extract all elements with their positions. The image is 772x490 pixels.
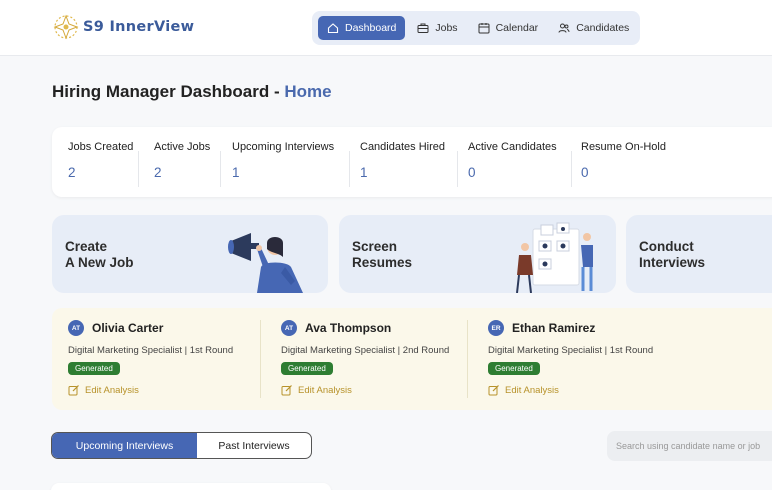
edit-icon (281, 385, 292, 396)
card-title-line1: Conduct (639, 239, 694, 254)
candidate-name: Ethan Ramirez (512, 321, 596, 335)
search-input[interactable] (607, 431, 772, 461)
edit-analysis-label: Edit Analysis (505, 384, 559, 396)
stat-label: Active Jobs (154, 141, 211, 153)
stat-label: Resume On-Hold (581, 141, 666, 153)
stat-label: Jobs Created (68, 141, 134, 153)
stat-value: 0 (468, 165, 476, 180)
resume-board-illustration-icon (516, 222, 593, 293)
card-title-line2: Resumes (352, 255, 413, 270)
nav-jobs-label: Jobs (435, 22, 458, 34)
nav-jobs[interactable]: Jobs (409, 16, 465, 40)
candidate-name: Olivia Carter (92, 321, 164, 335)
card-title: Create A New Job (65, 239, 175, 271)
avatar: AT (281, 320, 297, 336)
edit-analysis-label: Edit Analysis (298, 384, 352, 396)
card-title: Conduct Interviews (639, 239, 749, 271)
stats-panel: Jobs Created 2 Active Jobs 2 Upcoming In… (52, 127, 772, 197)
tab-upcoming-interviews[interactable]: Upcoming Interviews (52, 433, 197, 458)
stat-active-jobs: Active Jobs 2 (154, 141, 210, 185)
card-title-line2: Interviews (639, 255, 706, 270)
interview-card-header: AT Ava Thompson (281, 320, 481, 336)
stat-divider (571, 151, 572, 187)
page-title-highlight: Home (284, 82, 332, 101)
conduct-interviews-card[interactable]: Conduct Interviews (626, 215, 772, 293)
card-title: Screen Resumes (352, 239, 462, 271)
edit-analysis-link[interactable]: Edit Analysis (488, 384, 688, 396)
edit-analysis-label: Edit Analysis (85, 384, 139, 396)
users-icon (558, 23, 570, 33)
candidate-name: Ava Thompson (305, 321, 392, 335)
stat-value: 0 (581, 165, 589, 180)
nav-dashboard[interactable]: Dashboard (318, 16, 406, 40)
status-badge: Generated (488, 362, 540, 375)
interview-card-header: AT Olivia Carter (68, 320, 268, 336)
stat-divider (457, 151, 458, 187)
briefcase-icon (417, 23, 429, 33)
page-title-prefix: Hiring Manager Dashboard - (52, 82, 285, 101)
stat-value: 1 (360, 165, 368, 180)
interview-card: ER Ethan Ramirez Digital Marketing Speci… (488, 320, 688, 396)
candidate-role: Digital Marketing Specialist | 1st Round (68, 345, 234, 356)
interview-list-card (51, 483, 331, 490)
status-badge: Generated (281, 362, 333, 375)
strip-divider (260, 320, 261, 398)
edit-analysis-link[interactable]: Edit Analysis (68, 384, 268, 396)
megaphone-illustration-icon (228, 233, 303, 293)
stat-label: Upcoming Interviews (232, 141, 335, 153)
stat-active-candidates: Active Candidates 0 (468, 141, 557, 185)
nav-calendar[interactable]: Calendar (470, 16, 547, 40)
nav-candidates[interactable]: Candidates (550, 16, 637, 40)
main-nav: Dashboard Jobs Calendar Candidates (312, 11, 640, 45)
brand-name: S9 InnerView (83, 19, 195, 35)
stat-candidates-hired: Candidates Hired 1 (360, 141, 445, 185)
nav-calendar-label: Calendar (495, 22, 539, 34)
screen-resumes-card[interactable]: Screen Resumes (339, 215, 616, 293)
stat-divider (349, 151, 350, 187)
logo-mark-icon (53, 14, 79, 40)
page-title: Hiring Manager Dashboard - Home (52, 82, 332, 102)
candidate-role: Digital Marketing Specialist | 2nd Round (281, 345, 450, 356)
stat-value: 2 (154, 165, 162, 180)
avatar: ER (488, 320, 504, 336)
stat-resume-on-hold: Resume On-Hold 0 (581, 141, 666, 185)
tab-past-interviews[interactable]: Past Interviews (197, 433, 311, 458)
edit-icon (488, 385, 499, 396)
interview-card-header: ER Ethan Ramirez (488, 320, 688, 336)
stat-label: Candidates Hired (360, 141, 445, 153)
card-title-line2: A New Job (65, 255, 134, 270)
edit-icon (68, 385, 79, 396)
stat-divider (220, 151, 221, 187)
stat-value: 2 (68, 165, 76, 180)
interview-tabs: Upcoming Interviews Past Interviews (51, 432, 312, 459)
edit-analysis-link[interactable]: Edit Analysis (281, 384, 481, 396)
stat-upcoming-interviews: Upcoming Interviews 1 (232, 141, 334, 185)
nav-candidates-label: Candidates (576, 22, 630, 34)
card-title-line1: Create (65, 239, 108, 254)
interview-card: AT Olivia Carter Digital Marketing Speci… (68, 320, 268, 396)
top-header: S9 InnerView Dashboard Jobs Calendar Can… (0, 0, 772, 56)
home-icon (327, 23, 339, 34)
strip-divider (467, 320, 468, 398)
status-badge: Generated (68, 362, 120, 375)
stat-label: Active Candidates (468, 141, 557, 153)
create-job-card[interactable]: Create A New Job (52, 215, 328, 293)
stat-value: 1 (232, 165, 240, 180)
stat-divider (138, 151, 139, 187)
calendar-icon (478, 23, 490, 34)
nav-dashboard-label: Dashboard (345, 22, 397, 34)
interview-card: AT Ava Thompson Digital Marketing Specia… (281, 320, 481, 396)
recent-interviews-strip: AT Olivia Carter Digital Marketing Speci… (52, 308, 772, 410)
brand-logo[interactable]: S9 InnerView (53, 12, 194, 42)
card-title-line1: Screen (352, 239, 398, 254)
avatar: AT (68, 320, 84, 336)
candidate-role: Digital Marketing Specialist | 1st Round (488, 345, 654, 356)
stat-jobs-created: Jobs Created 2 (68, 141, 133, 185)
